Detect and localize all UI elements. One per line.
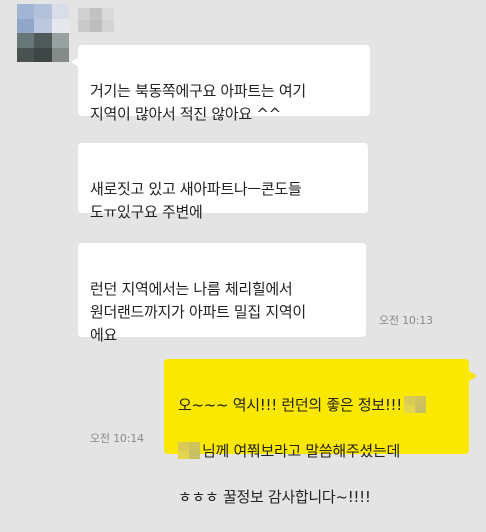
message-line: ㅎㅎㅎ 꿀정보 감사합니다~!!!! bbox=[178, 486, 457, 509]
mosaic-cell bbox=[17, 47, 35, 62]
mosaic-cell bbox=[34, 18, 52, 33]
mosaic-cell bbox=[34, 47, 52, 62]
message-line: 오~~~ 역시!!! 런던의 좋은 정보!!! bbox=[178, 394, 457, 417]
censored-name-mosaic bbox=[178, 442, 200, 459]
mosaic-cell bbox=[102, 20, 114, 32]
sender-name-blurred bbox=[78, 8, 114, 32]
received-message-bubble[interactable]: 거기는 북동쪽에구요 아파트는 여기 지역이 많아서 적진 않아요 ^^ bbox=[71, 45, 370, 123]
mosaic-cell bbox=[51, 47, 69, 62]
censored-name-mosaic bbox=[403, 396, 426, 413]
message-text: 님께 여쭤보라고 말씀해주셨는데 bbox=[202, 442, 400, 460]
mosaic-cell bbox=[51, 18, 69, 33]
mosaic-cell bbox=[51, 33, 69, 48]
mosaic-cell bbox=[17, 33, 35, 48]
sent-message-bubble[interactable]: 오~~~ 역시!!! 런던의 좋은 정보!!! 님께 여쭤보라고 말씀해주셨는데… bbox=[164, 359, 477, 506]
mosaic-cell bbox=[17, 4, 35, 19]
message-timestamp: 오전 10:13 bbox=[379, 314, 433, 327]
mosaic-cell bbox=[17, 18, 35, 33]
mosaic-cell bbox=[90, 8, 102, 20]
mosaic-cell bbox=[51, 4, 69, 19]
message-text: ㅎㅎㅎ 꿀정보 감사합니다~!!!! bbox=[178, 488, 371, 506]
mosaic-cell bbox=[102, 8, 114, 20]
mosaic-cell bbox=[34, 33, 52, 48]
message-timestamp: 오전 10:14 bbox=[90, 432, 144, 445]
message-line: 님께 여쭤보라고 말씀해주셨는데 bbox=[178, 440, 457, 463]
sender-avatar[interactable] bbox=[17, 4, 69, 62]
message-text: 거기는 북동쪽에구요 아파트는 여기 지역이 많아서 적진 않아요 ^^ bbox=[90, 82, 306, 123]
message-text: 새로짓고 있고 새아파트나ㅡ콘도들 도ㅠ있구요 주변에 bbox=[90, 180, 302, 221]
message-text: 런던 지역에서는 나름 체리힐에서 원더랜드까지가 아파트 밀집 지역이 에요 bbox=[90, 280, 306, 344]
mosaic-cell bbox=[34, 4, 52, 19]
mosaic-cell bbox=[78, 20, 90, 32]
received-message-bubble[interactable]: 런던 지역에서는 나름 체리힐에서 원더랜드까지가 아파트 밀집 지역이 에요 bbox=[78, 243, 366, 344]
mosaic-cell bbox=[78, 8, 90, 20]
message-text: 오~~~ 역시!!! 런던의 좋은 정보!!! bbox=[178, 396, 402, 414]
received-message-bubble[interactable]: 새로짓고 있고 새아파트나ㅡ콘도들 도ㅠ있구요 주변에 bbox=[78, 143, 368, 221]
mosaic-cell bbox=[90, 20, 102, 32]
